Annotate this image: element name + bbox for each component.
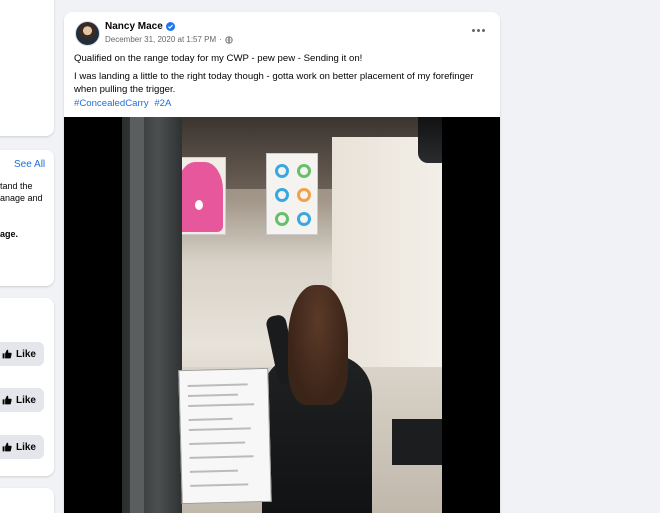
sidebar-text-line-2: anage and (0, 193, 43, 203)
like-label: Like (15, 394, 36, 406)
sidebar-card-bottom (0, 488, 54, 513)
globe-icon[interactable] (225, 35, 233, 44)
hashtag-link[interactable]: #2A (154, 98, 171, 109)
author-avatar[interactable] (75, 21, 100, 46)
like-button-1[interactable]: Like (0, 342, 44, 366)
post-text-line-2: I was landing a little to the right toda… (74, 71, 474, 95)
thumbs-up-icon (2, 349, 12, 359)
post-video[interactable] (64, 117, 500, 513)
feed-post: Nancy Mace December 31, 2020 at 1:57 PM … (64, 12, 500, 513)
like-label: Like (15, 348, 36, 360)
post-text-line-1: Qualified on the range today for my CWP … (74, 53, 363, 64)
post-author-row: Nancy Mace (105, 21, 175, 32)
post-meta: December 31, 2020 at 1:57 PM · (105, 35, 233, 44)
sidebar-text-line-1: tand the (0, 181, 33, 191)
meta-separator: · (219, 35, 222, 44)
sidebar-text-line-3: age. (0, 229, 19, 239)
range-rules-sheet (178, 367, 272, 505)
like-button-2[interactable]: Like (0, 388, 44, 412)
shooter-figure (252, 285, 382, 513)
thumbs-up-icon (2, 442, 12, 452)
thumbs-up-icon (2, 395, 12, 405)
see-all-link[interactable]: See All (14, 159, 45, 170)
dot-target (266, 153, 318, 235)
post-hashtags: #ConcealedCarry #2A (74, 98, 174, 109)
like-button-3[interactable]: Like (0, 435, 44, 459)
post-timestamp[interactable]: December 31, 2020 at 1:57 PM (105, 35, 216, 44)
like-label: Like (15, 441, 36, 453)
author-name[interactable]: Nancy Mace (105, 21, 163, 32)
hashtag-link[interactable]: #ConcealedCarry (74, 98, 149, 109)
verified-badge-icon (165, 22, 175, 31)
sidebar-card-pages (0, 150, 54, 286)
more-horizontal-icon[interactable] (470, 24, 486, 36)
video-frame (122, 117, 442, 513)
sidebar-card-top (0, 0, 54, 136)
